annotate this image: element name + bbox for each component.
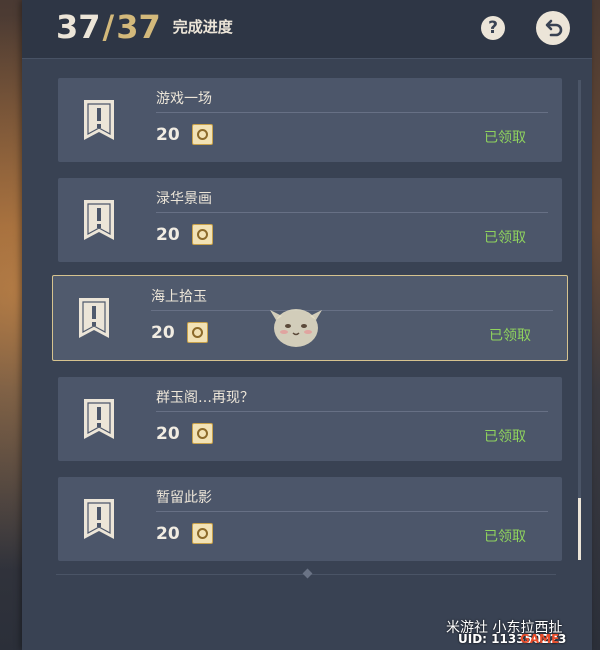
claim-status: 已领取: [484, 230, 526, 246]
diamond-ornament-icon: [302, 568, 313, 579]
panel-header: 37 / 37 完成进度 ?: [22, 0, 592, 59]
back-button[interactable]: [536, 11, 570, 45]
achievement-card[interactable]: 暂留此影 20 已领取: [58, 477, 562, 561]
reward-amount: 20: [156, 125, 180, 145]
reward-amount: 20: [156, 225, 180, 245]
claim-status: 已领取: [484, 529, 526, 545]
exclamation-banner-icon: [84, 200, 114, 240]
divider: [156, 411, 548, 412]
watermark-brand: GAME: [520, 632, 560, 646]
exclamation-banner-icon: [84, 499, 114, 539]
progress-current: 37: [56, 8, 101, 46]
claim-status: 已领取: [489, 328, 531, 344]
reward-amount: 20: [156, 524, 180, 544]
claim-status: 已领取: [484, 130, 526, 146]
reward-amount: 20: [151, 323, 175, 343]
exclamation-banner-icon: [84, 399, 114, 439]
achievement-title: 游戏一场: [156, 91, 212, 107]
help-button[interactable]: ?: [481, 16, 505, 40]
claim-status: 已领取: [484, 429, 526, 445]
completion-progress: 37 / 37 完成进度: [56, 8, 233, 46]
question-mark-icon: ?: [488, 18, 498, 38]
achievement-title: 海上拾玉: [151, 289, 207, 305]
mascot-sticker-icon: [270, 309, 322, 347]
achievement-title: 暂留此影: [156, 490, 212, 506]
achievement-title: 群玉阁…再现？: [156, 390, 254, 406]
reward-amount: 20: [156, 424, 180, 444]
scrollbar-thumb[interactable]: [578, 498, 581, 560]
achievement-card[interactable]: 渌华景画 20 已领取: [58, 178, 562, 262]
scrollbar[interactable]: [578, 80, 581, 560]
divider: [156, 112, 548, 113]
primogem-icon: [192, 124, 213, 145]
primogem-icon: [187, 322, 208, 343]
exclamation-banner-icon: [84, 100, 114, 140]
primogem-icon: [192, 523, 213, 544]
divider: [156, 212, 548, 213]
divider: [151, 310, 553, 311]
divider: [156, 511, 548, 512]
progress-total: 37: [116, 8, 161, 46]
progress-label: 完成进度: [172, 18, 233, 36]
achievement-title: 渌华景画: [156, 191, 212, 207]
primogem-icon: [192, 224, 213, 245]
primogem-icon: [192, 423, 213, 444]
exclamation-banner-icon: [79, 298, 109, 338]
progress-separator: /: [102, 8, 115, 46]
achievement-card[interactable]: 群玉阁…再现？ 20 已领取: [58, 377, 562, 461]
achievement-card[interactable]: 游戏一场 20 已领取: [58, 78, 562, 162]
back-arrow-icon: [545, 19, 563, 37]
